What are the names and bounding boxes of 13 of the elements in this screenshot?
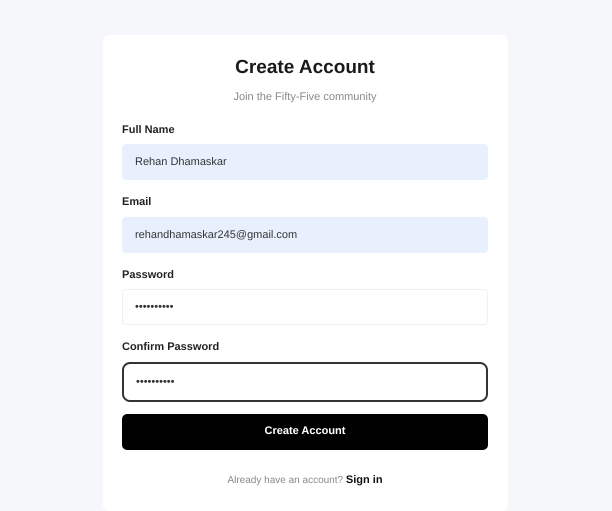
create-account-button[interactable]: Create Account — [122, 414, 488, 450]
field-label: Confirm Password — [122, 340, 220, 355]
input-field[interactable]: Rehan Dhamaskar — [122, 144, 488, 180]
field-label: Password — [122, 268, 175, 282]
field-label: Email — [122, 195, 152, 210]
form-subtitle: Join the Fifty-Five community — [232, 90, 378, 105]
sign-in-prompt: Already have an account? Sign in — [226, 472, 384, 488]
form-title: Create Account — [234, 56, 376, 80]
field-label: Full Name — [122, 122, 176, 138]
input-field[interactable]: •••••••••• — [122, 362, 488, 402]
input-field[interactable]: •••••••••• — [122, 289, 488, 325]
input-field[interactable]: rehandhamaskar245@gmail.com — [122, 216, 488, 252]
sign-in-link[interactable]: Sign in — [346, 474, 383, 486]
